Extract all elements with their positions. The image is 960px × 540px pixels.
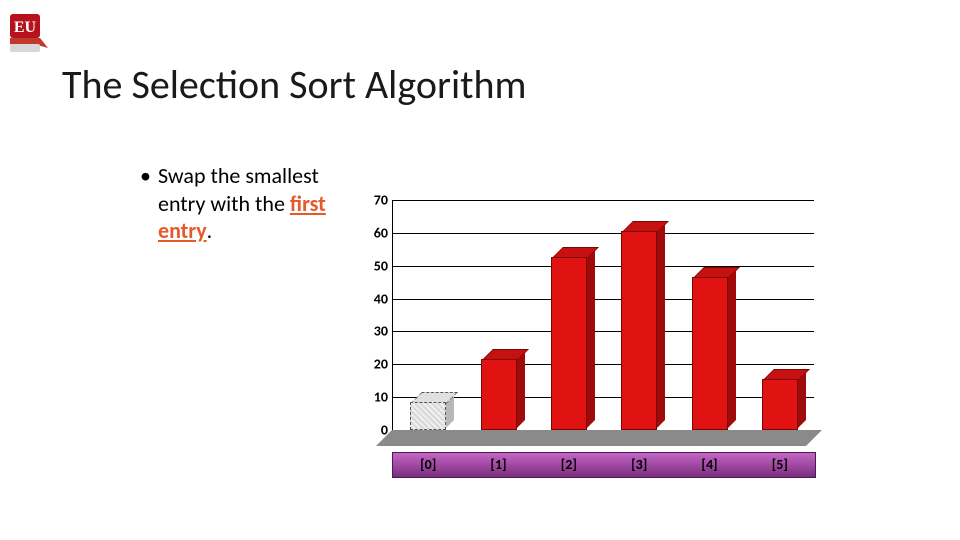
y-tick-label: 0 bbox=[381, 422, 388, 439]
y-tick-label: 50 bbox=[374, 257, 388, 274]
x-tick-label: [2] bbox=[561, 456, 577, 473]
grid-line bbox=[392, 397, 814, 398]
bullet-emph-first: first bbox=[290, 190, 326, 217]
x-tick-label: [3] bbox=[631, 456, 647, 473]
grid-line bbox=[392, 200, 814, 201]
x-tick-label: [1] bbox=[490, 456, 506, 473]
chart-plot-area bbox=[392, 200, 814, 430]
bar bbox=[621, 233, 655, 430]
bullet-text-suffix: . bbox=[207, 217, 213, 244]
y-tick-label: 30 bbox=[374, 323, 388, 340]
bar-highlight bbox=[410, 404, 444, 430]
chart-floor bbox=[376, 430, 822, 446]
bar bbox=[762, 381, 796, 430]
y-tick-label: 10 bbox=[374, 389, 388, 406]
y-tick-label: 40 bbox=[374, 290, 388, 307]
y-tick-label: 70 bbox=[374, 192, 388, 209]
bar bbox=[692, 279, 726, 430]
x-tick-label: [4] bbox=[701, 456, 717, 473]
bullet-item: • Swap the smallest entry with the first… bbox=[140, 162, 370, 245]
logo-initials: EU bbox=[14, 19, 37, 36]
grid-line bbox=[392, 299, 814, 300]
slide: EU The Selection Sort Algorithm • Swap t… bbox=[0, 0, 960, 540]
y-tick-label: 20 bbox=[374, 356, 388, 373]
x-tick-label: [5] bbox=[772, 456, 788, 473]
grid-line bbox=[392, 331, 814, 332]
y-tick-label: 60 bbox=[374, 224, 388, 241]
slide-title: The Selection Sort Algorithm bbox=[62, 60, 527, 109]
x-tick-label: [0] bbox=[420, 456, 436, 473]
x-axis-strip: [0] [1] [2] [3] [4] [5] bbox=[392, 452, 816, 478]
bullet-emph-entry: entry bbox=[158, 217, 207, 244]
grid-line bbox=[392, 233, 814, 234]
y-axis bbox=[392, 200, 393, 430]
bar-chart: [0][1][2][3][4][5] 010203040506070 bbox=[362, 200, 814, 480]
eu-logo: EU bbox=[8, 8, 54, 65]
bar bbox=[551, 259, 585, 430]
grid-line bbox=[392, 364, 814, 365]
bar bbox=[481, 361, 515, 430]
bullet-dot-icon: • bbox=[140, 162, 151, 190]
grid-line bbox=[392, 266, 814, 267]
